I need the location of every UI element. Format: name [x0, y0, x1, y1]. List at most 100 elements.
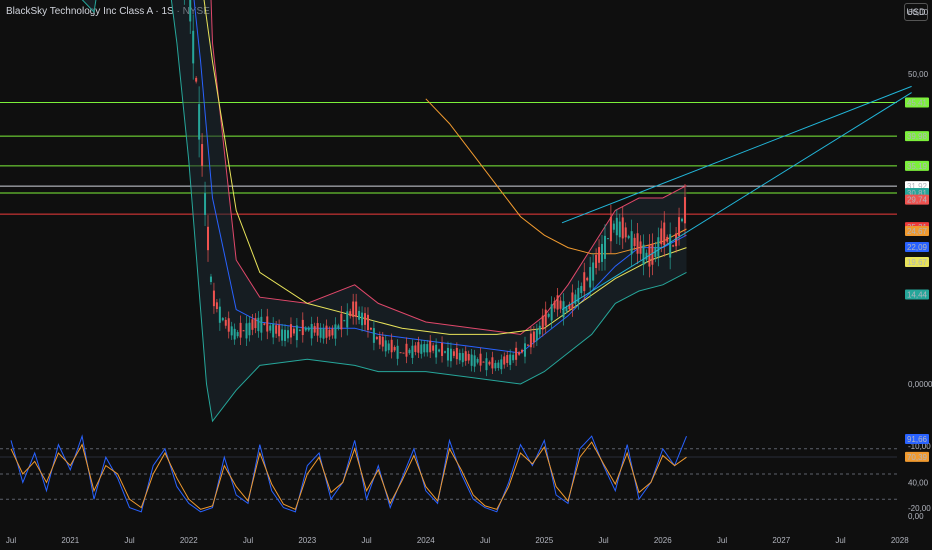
- candle-body: [286, 330, 289, 339]
- candle-body: [390, 339, 393, 353]
- trend-line: [561, 92, 912, 311]
- candle-body: [189, 0, 192, 22]
- candle-body: [251, 319, 254, 330]
- candle-body: [420, 344, 423, 354]
- candle-body: [452, 351, 455, 356]
- candle-body: [426, 344, 429, 353]
- price-tag-label: 19,67: [907, 258, 928, 267]
- candle-body: [589, 267, 592, 288]
- x-tick-label: Jul: [361, 536, 371, 545]
- x-tick-label: 2024: [417, 536, 435, 545]
- candle-body: [254, 318, 257, 329]
- candle-body: [316, 323, 319, 336]
- candle-body: [340, 313, 343, 330]
- candle-body: [396, 345, 399, 359]
- x-tick-label: Jul: [243, 536, 253, 545]
- candle-body: [553, 301, 556, 309]
- candle-body: [612, 223, 615, 230]
- candle-body: [485, 358, 488, 371]
- candle-body: [334, 324, 337, 339]
- candle-body: [352, 301, 355, 317]
- candle-body: [366, 314, 369, 331]
- candle-body: [609, 216, 612, 242]
- x-tick-label: Jul: [6, 536, 16, 545]
- x-tick-label: 2026: [654, 536, 672, 545]
- candle-body: [393, 347, 396, 351]
- candle-body: [405, 343, 408, 357]
- candle-body: [657, 237, 660, 257]
- candle-body: [349, 311, 352, 317]
- candle-body: [372, 328, 375, 343]
- candle-body: [518, 352, 521, 355]
- price-tag-label: 22,09: [907, 243, 928, 252]
- candle-body: [515, 347, 518, 360]
- y-tick-label: 60,00: [908, 8, 929, 17]
- price-tag-label: 39,98: [907, 132, 928, 141]
- x-tick-label: Jul: [598, 536, 608, 545]
- candle-body: [242, 330, 245, 332]
- candle-body: [444, 351, 447, 353]
- candle-body: [221, 318, 224, 321]
- candle-body: [257, 317, 260, 332]
- oscillator-tag-label: 70,39: [907, 453, 928, 462]
- x-tick-label: Jul: [124, 536, 134, 545]
- candle-body: [278, 325, 281, 337]
- candle-body: [550, 304, 553, 321]
- candle-body: [310, 323, 313, 339]
- trend-line: [561, 85, 912, 224]
- candle-body: [538, 325, 541, 335]
- candle-body: [532, 331, 535, 343]
- candle-body: [423, 344, 426, 353]
- candle-body: [547, 313, 550, 317]
- candle-body: [509, 354, 512, 365]
- candle-body: [482, 361, 485, 363]
- candle-body: [295, 325, 298, 341]
- candle-body: [449, 348, 452, 362]
- candle-body: [479, 353, 482, 366]
- candle-body: [355, 301, 358, 317]
- candle-body: [435, 344, 438, 358]
- candle-body: [325, 325, 328, 338]
- candle-body: [464, 351, 467, 361]
- candle-body: [606, 238, 609, 240]
- candle-body: [488, 361, 491, 365]
- x-tick-label: Jul: [717, 536, 727, 545]
- candle-body: [642, 244, 645, 266]
- candle-body: [358, 310, 361, 320]
- x-tick-label: 2027: [772, 536, 790, 545]
- candle-body: [269, 325, 272, 331]
- candle-body: [301, 319, 304, 336]
- price-chart[interactable]: 140,00130,00120,00110,00100,0090,0080,00…: [0, 0, 932, 550]
- candle-body: [195, 77, 198, 82]
- candle-body: [248, 322, 251, 336]
- candle-body: [408, 349, 411, 354]
- candle-body: [207, 226, 210, 251]
- candle-body: [618, 221, 621, 238]
- candle-body: [503, 356, 506, 365]
- price-tag-label: 24,67: [907, 227, 928, 236]
- candle-body: [399, 352, 402, 354]
- candle-body: [284, 329, 287, 341]
- candle-body: [361, 312, 364, 326]
- candle-body: [565, 307, 568, 312]
- candle-body: [192, 30, 195, 64]
- candle-body: [583, 272, 586, 292]
- y-tick-label: 50,00: [908, 70, 929, 79]
- candle-body: [559, 300, 562, 309]
- candle-body: [441, 342, 444, 356]
- oscillator-tag-label: 91,66: [907, 435, 928, 444]
- candle-body: [683, 197, 686, 224]
- candle-body: [592, 262, 595, 281]
- candle-body: [461, 353, 464, 363]
- candle-body: [414, 345, 417, 352]
- candle-body: [239, 322, 242, 338]
- candle-body: [580, 286, 583, 294]
- candle-body: [209, 276, 212, 282]
- x-tick-label: Jul: [480, 536, 490, 545]
- candle-body: [375, 336, 378, 340]
- candle-body: [313, 326, 316, 333]
- price-tag-label: 14,44: [907, 290, 928, 299]
- candle-body: [660, 228, 663, 245]
- price-tag-label: 35,19: [907, 162, 928, 171]
- candle-body: [458, 352, 461, 361]
